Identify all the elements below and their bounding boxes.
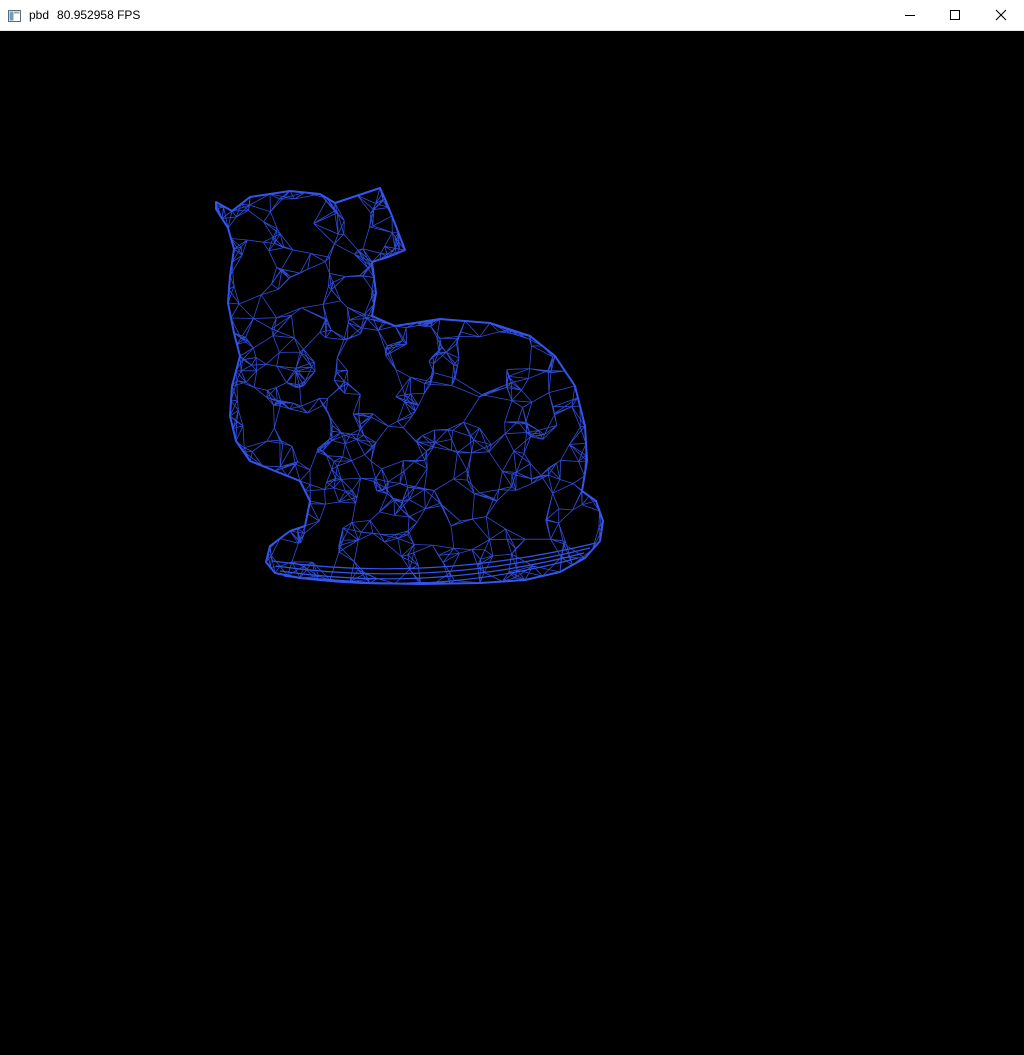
- cat-wireframe-mesh: [215, 187, 604, 585]
- mesh-edge-lines: [215, 187, 604, 585]
- maximize-button[interactable]: [932, 0, 978, 30]
- maximize-icon: [950, 10, 960, 20]
- window-title: pbd 80.952958 FPS: [29, 8, 140, 23]
- fps-counter: 80.952958 FPS: [57, 8, 141, 22]
- mesh-base-rings: [271, 542, 597, 585]
- close-icon: [995, 9, 1007, 21]
- app-window: pbd 80.952958 FPS: [0, 0, 1024, 1055]
- minimize-icon: [905, 15, 915, 16]
- mesh-silhouette: [215, 187, 604, 585]
- render-viewport[interactable]: [0, 31, 1024, 1055]
- window-app-icon[interactable]: [8, 9, 21, 22]
- minimize-button[interactable]: [887, 0, 933, 30]
- close-button[interactable]: [978, 0, 1024, 30]
- mesh-edges: [215, 187, 604, 585]
- app-name: pbd: [29, 8, 50, 22]
- title-bar[interactable]: pbd 80.952958 FPS: [0, 0, 1024, 31]
